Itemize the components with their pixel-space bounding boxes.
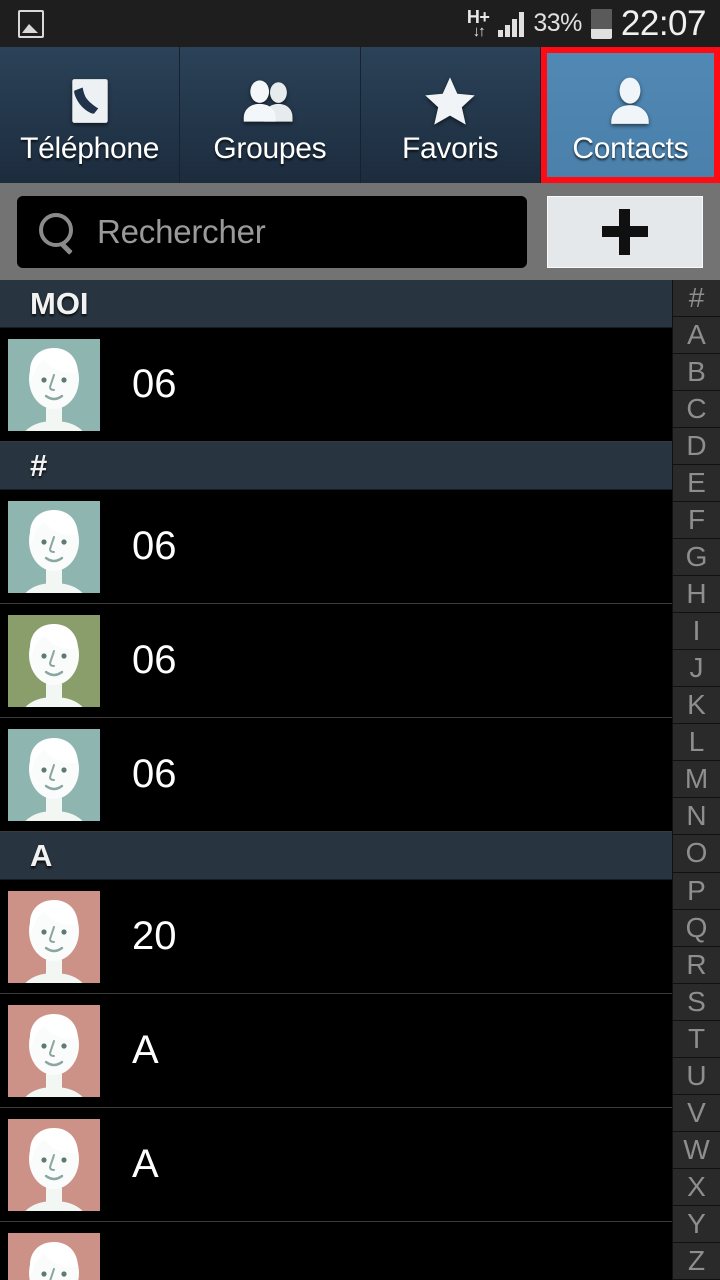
contact-name: A <box>132 1028 159 1072</box>
list-section-header: MOI <box>0 280 672 328</box>
tab-telephone[interactable]: Téléphone <box>0 47 181 183</box>
contact-row[interactable]: A <box>0 994 672 1108</box>
phone-icon <box>60 72 120 130</box>
alphabet-index-item[interactable]: R <box>672 946 720 984</box>
data-transfer-arrows-icon: ↓↑ <box>472 23 486 40</box>
search-icon <box>39 212 77 251</box>
avatar <box>8 1232 100 1280</box>
list-section-header: A <box>0 832 672 880</box>
avatar-placeholder-icon <box>8 1118 100 1211</box>
alphabet-index-item[interactable]: J <box>672 650 720 688</box>
search-input[interactable]: Rechercher <box>17 195 527 268</box>
avatar-placeholder-icon <box>8 1232 100 1280</box>
star-icon <box>420 72 480 130</box>
contact-row[interactable]: A <box>0 1108 672 1222</box>
contact-list[interactable]: MOI 06 #06 06 06 A 20 A A <box>0 280 672 1280</box>
alphabet-index-scrollbar[interactable]: # A B C D E F G H I J K L M N O P Q R S T U V W X Y Z <box>672 280 720 1280</box>
section-header-letter: # <box>30 447 48 483</box>
alphabet-index-item[interactable]: C <box>672 391 720 429</box>
avatar-placeholder-icon <box>8 1004 100 1097</box>
contact-name: 06 <box>132 362 177 406</box>
add-contact-button[interactable] <box>547 195 703 268</box>
plus-icon <box>602 208 648 255</box>
network-type-icon: H+ ↓↑ <box>467 8 490 39</box>
alphabet-index-item[interactable]: G <box>672 539 720 577</box>
tab-groupes[interactable]: Groupes <box>180 47 361 183</box>
avatar-placeholder-icon <box>8 500 100 593</box>
contact-name: 20 <box>132 914 177 958</box>
alphabet-index-item[interactable]: P <box>672 872 720 910</box>
alphabet-index-item[interactable]: L <box>672 724 720 762</box>
contact-row[interactable] <box>0 1222 672 1280</box>
avatar-placeholder-icon <box>8 728 100 821</box>
tab-favoris[interactable]: Favoris <box>360 47 541 183</box>
section-header-letter: A <box>30 837 53 873</box>
contact-name: 06 <box>132 524 177 568</box>
alphabet-index-item[interactable]: M <box>672 761 720 799</box>
avatar <box>8 890 100 983</box>
image-icon <box>18 9 44 38</box>
alphabet-index-item[interactable]: E <box>672 465 720 503</box>
alphabet-index-item[interactable]: Q <box>672 909 720 947</box>
contact-row[interactable]: 06 <box>0 604 672 718</box>
contact-row[interactable]: 06 <box>0 490 672 604</box>
battery-icon <box>590 8 612 39</box>
status-bar: H+ ↓↑ 33% 22:07 <box>0 0 720 47</box>
person-icon <box>600 72 660 130</box>
alphabet-index-item[interactable]: Y <box>672 1205 720 1243</box>
alphabet-index-item[interactable]: # <box>672 280 720 318</box>
contact-row[interactable]: 20 <box>0 880 672 994</box>
avatar-placeholder-icon <box>8 614 100 707</box>
alphabet-index-item[interactable]: W <box>672 1131 720 1169</box>
groups-icon <box>240 72 300 130</box>
alphabet-index-item[interactable]: V <box>672 1094 720 1132</box>
alphabet-index-item[interactable]: U <box>672 1057 720 1095</box>
avatar <box>8 614 100 707</box>
alphabet-index-item[interactable]: Z <box>672 1242 720 1280</box>
alphabet-index-item[interactable]: K <box>672 687 720 725</box>
contact-name: A <box>132 1142 159 1186</box>
alphabet-index-item[interactable]: A <box>672 317 720 355</box>
tab-label: Favoris <box>402 132 499 165</box>
list-section-header: # <box>0 442 672 490</box>
avatar <box>8 728 100 821</box>
alphabet-index-item[interactable]: O <box>672 835 720 873</box>
contact-name: 06 <box>132 638 177 682</box>
alphabet-index-item[interactable]: H <box>672 576 720 614</box>
alphabet-index-item[interactable]: N <box>672 798 720 836</box>
status-bar-right: H+ ↓↑ 33% 22:07 <box>467 3 707 44</box>
avatar <box>8 1004 100 1097</box>
avatar <box>8 1118 100 1211</box>
alphabet-index-item[interactable]: S <box>672 983 720 1021</box>
avatar <box>8 338 100 431</box>
alphabet-index-item[interactable]: B <box>672 354 720 392</box>
alphabet-index-item[interactable]: D <box>672 428 720 466</box>
search-bar: Rechercher <box>0 183 720 280</box>
tab-label: Groupes <box>213 132 327 165</box>
signal-bars-icon <box>498 11 525 37</box>
tab-bar: Téléphone Groupes Favoris Contacts <box>0 47 720 183</box>
alphabet-index-item[interactable]: T <box>672 1020 720 1058</box>
contact-name: 06 <box>132 752 177 796</box>
contact-list-area: MOI 06 #06 06 06 A 20 A A # A B C D E F G H I J K L M N O P Q R S T U… <box>0 280 720 1280</box>
section-header-letter: MOI <box>30 285 89 321</box>
avatar-placeholder-icon <box>8 338 100 431</box>
tab-contacts[interactable]: Contacts <box>540 47 720 183</box>
search-placeholder: Rechercher <box>97 212 266 250</box>
alphabet-index-item[interactable]: I <box>672 613 720 651</box>
tab-label: Téléphone <box>20 132 160 165</box>
contact-row[interactable]: 06 <box>0 718 672 832</box>
clock-label: 22:07 <box>620 3 707 43</box>
alphabet-index-item[interactable]: F <box>672 502 720 540</box>
avatar-placeholder-icon <box>8 890 100 983</box>
status-bar-left <box>18 9 44 38</box>
alphabet-index-item[interactable]: X <box>672 1168 720 1206</box>
avatar <box>8 500 100 593</box>
battery-percent-label: 33% <box>533 9 582 37</box>
tab-label: Contacts <box>572 132 689 165</box>
contact-row[interactable]: 06 <box>0 328 672 442</box>
